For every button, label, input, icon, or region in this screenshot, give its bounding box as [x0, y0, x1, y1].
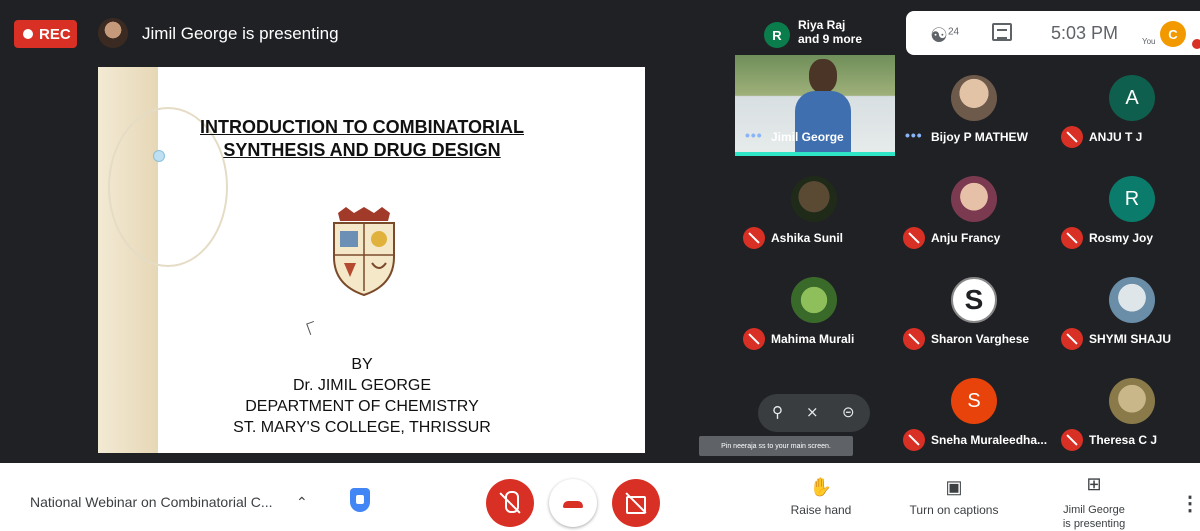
present-icon: ⊞ — [1086, 474, 1102, 494]
mic-muted-icon — [743, 328, 765, 350]
participant-name: Jimil George — [771, 130, 844, 144]
bottom-toolbar: National Webinar on Combinatorial C... ⌃… — [0, 463, 1200, 531]
record-dot-icon — [23, 29, 33, 39]
captions-icon: ▣ — [945, 477, 963, 497]
presenter-avatar — [98, 18, 128, 48]
participant-tile[interactable]: Anju Francy — [895, 156, 1052, 257]
clock: 5:03 PM — [1051, 23, 1119, 43]
participant-photo — [791, 277, 837, 323]
participant-initial-avatar: R — [1109, 176, 1155, 222]
slide-byline: BY Dr. JIMIL GEORGE DEPARTMENT OF CHEMIS… — [158, 354, 566, 438]
participant-name: ANJU T J — [1089, 130, 1143, 144]
participant-tile[interactable]: S Sharon Varghese — [895, 257, 1052, 358]
meeting-details-button[interactable]: National Webinar on Combinatorial C... — [30, 494, 273, 510]
slide-college: ST. MARY'S COLLEGE, THRISSUR — [233, 419, 491, 436]
presenting-line-2: is presenting — [1062, 518, 1126, 530]
remove-icon[interactable]: ⊝ — [842, 403, 855, 421]
participant-tile[interactable]: ••• Jimil George — [735, 55, 895, 156]
speaking-indicator-icon: ••• — [905, 127, 923, 143]
participant-name: Bijoy P MATHEW — [931, 130, 1028, 144]
participant-name: Sharon Varghese — [931, 332, 1030, 346]
notification-dot-icon — [1192, 39, 1200, 49]
participant-photo — [1109, 378, 1155, 424]
participant-initial-avatar: S — [951, 378, 997, 424]
tile-hover-controls: ⚲ ⨯ ⊝ — [758, 394, 870, 432]
participant-name: Mahima Murali — [771, 332, 855, 346]
participant-photo — [791, 176, 837, 222]
presentation-bar: REC Jimil George is presenting — [0, 8, 735, 60]
presentation-slide: INTRODUCTION TO COMBINATORIAL SYNTHESIS … — [98, 67, 645, 453]
participant-avatar: R — [764, 22, 790, 48]
top-controls: ☯24 5:03 PM You C — [906, 11, 1200, 55]
shield-icon[interactable] — [350, 488, 370, 512]
slide-title-line-2: SYNTHESIS AND DRUG DESIGN — [223, 140, 501, 160]
more-options-icon[interactable]: ⋮ — [1180, 491, 1200, 516]
participants-preview[interactable]: R Riya Raj and 9 more — [758, 14, 898, 54]
participants-preview-name: Riya Raj — [798, 18, 846, 32]
hand-icon: ✋ — [809, 477, 833, 497]
participant-initial-avatar: A — [1109, 75, 1155, 121]
mic-muted-icon — [903, 429, 925, 451]
slide-title-line-1: INTRODUCTION TO COMBINATORIAL — [200, 117, 524, 137]
captions-label: Turn on captions — [909, 503, 999, 517]
recording-badge: REC — [14, 20, 77, 48]
participants-preview-more: and 9 more — [798, 32, 863, 46]
mute-participant-icon[interactable]: ⨯ — [806, 403, 819, 421]
captions-button[interactable]: ▣ Turn on captions — [902, 477, 1006, 517]
raise-hand-label: Raise hand — [790, 503, 852, 517]
participant-name: Anju Francy — [931, 231, 1001, 245]
college-crest-icon — [333, 207, 395, 297]
presenting-line-1: Jimil George — [1063, 504, 1125, 516]
presenting-label: Jimil George is presenting — [142, 24, 339, 43]
slide-author: Dr. JIMIL GEORGE — [292, 377, 432, 394]
participant-tile[interactable]: SHYMI SHAJU — [1053, 257, 1200, 358]
leave-call-button[interactable] — [549, 479, 597, 527]
participant-tile[interactable]: Mahima Murali — [735, 257, 892, 358]
mic-muted-icon — [1061, 126, 1083, 148]
participant-tile[interactable]: Ashika Sunil — [735, 156, 892, 257]
participant-tile[interactable]: A ANJU T J — [1053, 55, 1200, 156]
pin-tooltip: Pin neeraja ss to your main screen. — [699, 436, 853, 456]
presenting-button[interactable]: ⊞ Jimil George is presenting — [1050, 474, 1138, 531]
mic-muted-icon — [903, 227, 925, 249]
mic-muted-icon — [1061, 227, 1083, 249]
participant-name: Theresa C J — [1089, 433, 1158, 447]
participant-tile[interactable]: R Rosmy Joy — [1053, 156, 1200, 257]
mic-muted-icon — [1061, 328, 1083, 350]
participant-name: Ashika Sunil — [771, 231, 844, 245]
camera-toggle-button[interactable] — [612, 479, 660, 527]
mouse-cursor-icon — [306, 320, 318, 336]
pin-icon[interactable]: ⚲ — [772, 403, 783, 421]
slide-department: DEPARTMENT OF CHEMISTRY — [245, 398, 479, 415]
people-count: 24 — [947, 26, 960, 38]
participant-photo — [951, 75, 997, 121]
mic-toggle-button[interactable] — [486, 479, 534, 527]
mic-muted-icon — [903, 328, 925, 350]
speaking-indicator-icon: ••• — [745, 127, 763, 143]
participant-name: Rosmy Joy — [1089, 231, 1154, 245]
mic-muted-icon — [1061, 429, 1083, 451]
participant-tile[interactable]: S Sneha Muraleedha... — [895, 358, 1052, 459]
participant-photo: S — [951, 277, 997, 323]
participants-preview-text: Riya Raj and 9 more — [798, 18, 862, 46]
participant-tile[interactable]: Theresa C J — [1053, 358, 1200, 459]
chevron-up-icon[interactable]: ⌃ — [296, 494, 308, 511]
slide-by: BY — [351, 356, 373, 373]
people-button[interactable]: ☯24 — [930, 23, 959, 48]
participant-name: Sneha Muraleedha... — [931, 433, 1048, 447]
participant-photo — [951, 176, 997, 222]
self-avatar[interactable]: C — [1160, 21, 1186, 47]
rec-label: REC — [39, 25, 71, 43]
mic-muted-icon — [743, 227, 765, 249]
you-label: You — [1142, 37, 1156, 46]
slide-title: INTRODUCTION TO COMBINATORIAL SYNTHESIS … — [158, 116, 566, 162]
raise-hand-button[interactable]: ✋ Raise hand — [786, 477, 856, 517]
participant-name: SHYMI SHAJU — [1089, 332, 1172, 346]
participant-photo — [1109, 277, 1155, 323]
participant-tile[interactable]: ••• Bijoy P MATHEW — [895, 55, 1052, 156]
chat-icon[interactable] — [992, 23, 1012, 41]
